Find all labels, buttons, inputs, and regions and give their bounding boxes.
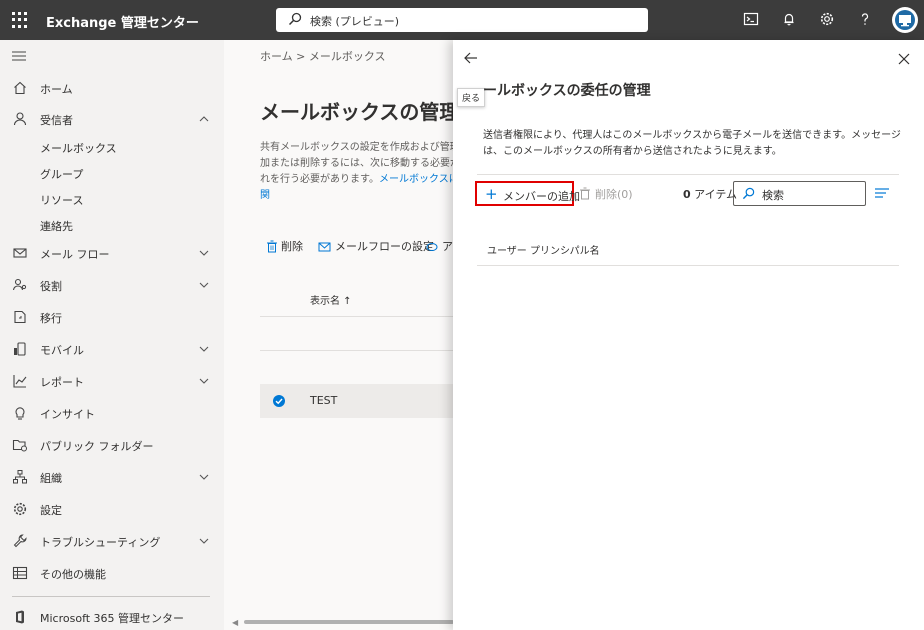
nav-item-public-folders[interactable]: パブリック フォルダー [0,431,224,459]
organization-icon [12,469,28,485]
sub-item-contacts[interactable]: 連絡先 [40,218,73,234]
home-icon [12,80,28,96]
help-icon[interactable] [857,11,875,29]
chevron-down-icon [198,247,210,259]
global-search-input[interactable]: 検索 (プレビュー) [276,8,648,32]
page-title: メールボックスの管理 [260,100,456,124]
report-icon [12,373,28,389]
app-launcher-icon[interactable] [12,12,28,28]
nav-item-m365-admin[interactable]: Microsoft 365 管理センター [0,603,224,630]
troubleshoot-icon [12,533,28,549]
chevron-down-icon [198,375,210,387]
plus-icon: + [485,185,498,203]
migration-icon [12,309,28,325]
app-title[interactable]: Exchange 管理センター [46,12,199,31]
scrollbar-thumb[interactable] [244,620,454,624]
item-count: 0 アイテム [683,188,738,201]
horizontal-scrollbar[interactable]: ◀ [232,618,454,627]
add-member-button[interactable]: + メンバーの追加 [475,181,580,206]
nav-item-recipients[interactable]: 受信者 [0,105,224,133]
nav-item-troubleshooting[interactable]: トラブルシューティング [0,527,224,555]
chevron-down-icon [198,535,210,547]
nav-item-mail-flow[interactable]: メール フロー [0,239,224,267]
hamburger-icon[interactable] [12,50,26,65]
mail-flow-settings-command[interactable]: メールフローの設定 [318,238,434,254]
sub-item-resources[interactable]: リソース [40,192,83,208]
table-row[interactable]: TEST [260,384,456,418]
search-icon [288,12,302,29]
terminal-icon[interactable] [743,11,761,29]
more-command[interactable]: ア [426,238,453,254]
gear-icon[interactable] [819,11,837,29]
nav-item-mobile[interactable]: モバイル [0,335,224,363]
chevron-down-icon [198,279,210,291]
panel-description: 送信者権限により、代理人はこのメールボックスから電子メールを送信できます。メッセ… [483,130,901,157]
nav-item-roles[interactable]: 役割 [0,271,224,299]
nav-item-other-features[interactable]: その他の機能 [0,559,224,587]
panel-title: ールボックスの委任の管理 [483,83,651,99]
trash-icon [267,240,277,253]
back-arrow-icon[interactable] [463,50,479,66]
mail-icon [12,245,28,261]
table-icon [12,565,28,581]
sub-item-groups[interactable]: グループ [40,166,83,182]
bell-icon[interactable] [781,11,799,29]
nav-divider [12,596,210,597]
panel-divider [477,174,899,175]
main-content: ホーム > メールボックス メールボックスの管理 共有メールボックスの設定を作成… [224,40,456,630]
insights-icon [12,405,28,421]
chevron-down-icon [198,343,210,355]
breadcrumb[interactable]: ホーム > メールボックス [260,48,386,64]
list-divider [477,265,899,266]
column-user-principal-name[interactable]: ユーザー プリンシパル名 [487,242,600,257]
page-description: 共有メールボックスの設定を作成および管理 加または削除するには、次に移動する必要… [260,140,456,204]
close-icon[interactable] [897,52,911,66]
avatar[interactable] [892,7,918,33]
public-folder-icon [12,437,28,453]
mail-settings-icon [318,242,331,252]
top-bar: Exchange 管理センター 検索 (プレビュー) [0,0,924,40]
scroll-left-icon[interactable]: ◀ [232,618,238,627]
trash-icon [580,187,590,200]
left-navigation: ホーム 受信者 メールボックス グループ リソース 連絡先 メール フロー 役割… [0,40,224,630]
nav-item-organization[interactable]: 組織 [0,463,224,491]
person-icon [12,111,28,127]
delete-command[interactable]: 削除 [266,238,303,254]
delegation-panel: 戻る ールボックスの委任の管理 送信者権限により、代理人はこのメールボックスから… [453,40,924,630]
nav-item-settings[interactable]: 設定 [0,495,224,523]
row-divider [260,350,456,351]
chevron-down-icon [198,471,210,483]
nav-item-migration[interactable]: 移行 [0,303,224,331]
row-display-name: TEST [310,394,338,407]
column-display-name[interactable]: 表示名 ↑ [310,292,352,307]
back-tooltip: 戻る [457,88,486,107]
roles-icon [12,277,28,293]
member-search-input[interactable]: 検索 [733,181,866,206]
row-divider [260,316,456,317]
nav-item-insights[interactable]: インサイト [0,399,224,427]
nav-item-reports[interactable]: レポート [0,367,224,395]
delete-member-button[interactable]: 削除(0) [579,186,633,202]
search-icon [742,187,755,203]
mobile-icon [12,341,28,357]
sub-item-mailboxes[interactable]: メールボックス [40,140,117,156]
mail-archive-icon [426,243,438,251]
checkmark-icon[interactable] [273,395,285,407]
filter-icon[interactable] [875,187,889,199]
chevron-up-icon [198,113,210,125]
office-icon [12,609,28,625]
nav-item-home[interactable]: ホーム [0,74,224,102]
settings-icon [12,501,28,517]
search-placeholder: 検索 (プレビュー) [310,15,400,28]
